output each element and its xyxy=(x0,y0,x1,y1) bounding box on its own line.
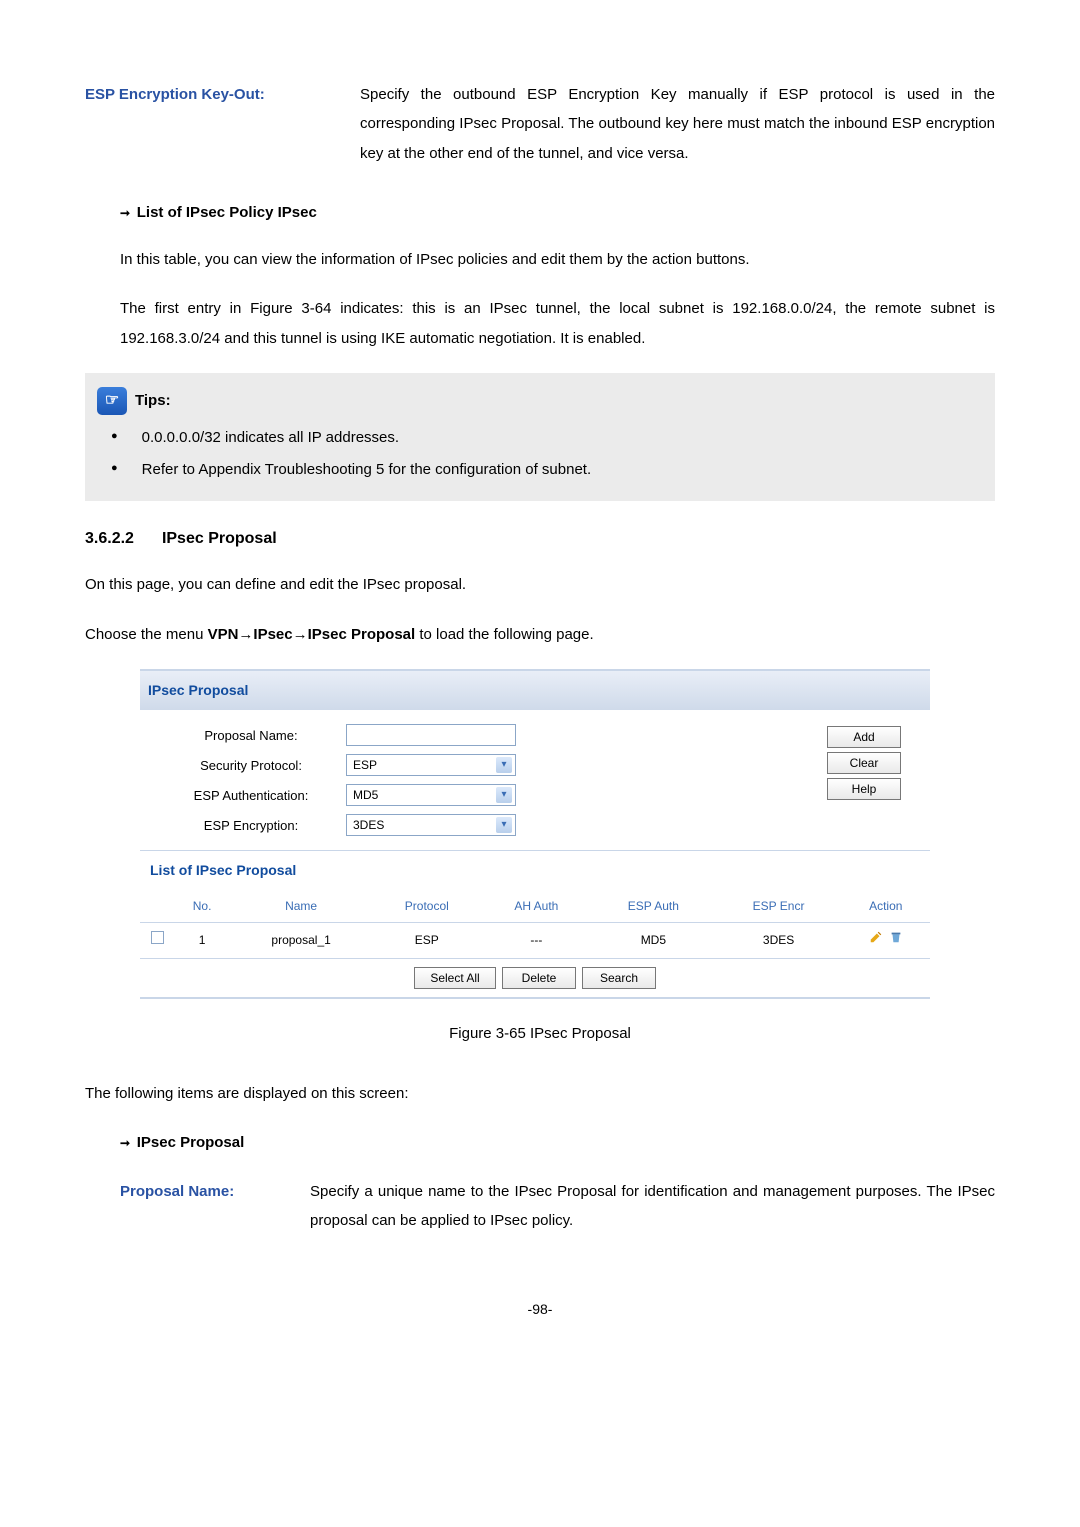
list-title: List of IPsec Proposal xyxy=(140,850,930,890)
ipsec-proposal-figure: IPsec Proposal Proposal Name: Security P… xyxy=(140,669,930,999)
tip-item-1: Refer to Appendix Troubleshooting 5 for … xyxy=(142,454,591,486)
esp-enc-select[interactable]: 3DES ▾ xyxy=(346,814,516,836)
chevron-down-icon: ▾ xyxy=(496,757,512,773)
esp-auth-label: ESP Authentication: xyxy=(156,783,346,808)
proposal-name-input[interactable] xyxy=(346,724,516,746)
cell-espenc: 3DES xyxy=(716,922,842,958)
add-button[interactable]: Add xyxy=(827,726,901,748)
tips-icon: ☞ xyxy=(97,387,127,415)
esp-key-out-label: ESP Encryption Key-Out: xyxy=(85,80,360,168)
clear-button[interactable]: Clear xyxy=(827,752,901,774)
col-espenc: ESP Encr xyxy=(716,891,842,923)
page-number: -98- xyxy=(85,1296,995,1323)
delete-button[interactable]: Delete xyxy=(502,967,576,989)
list-ipsec-policy-heading: List of IPsec Policy IPsec xyxy=(120,198,995,227)
panel-title: IPsec Proposal xyxy=(140,671,930,710)
section-intro: On this page, you can define and edit th… xyxy=(85,570,995,599)
items-intro: The following items are displayed on thi… xyxy=(85,1079,995,1108)
col-espauth: ESP Auth xyxy=(591,891,716,923)
help-button[interactable]: Help xyxy=(827,778,901,800)
cell-protocol: ESP xyxy=(372,922,482,958)
security-protocol-label: Security Protocol: xyxy=(156,753,346,778)
tip-item-0: 0.0.0.0.0/32 indicates all IP addresses. xyxy=(142,422,399,454)
section-number: 3.6.2.2 xyxy=(85,523,134,554)
tips-label: Tips: xyxy=(135,385,171,417)
list-policy-p2: The first entry in Figure 3-64 indicates… xyxy=(120,294,995,353)
select-all-button[interactable]: Select All xyxy=(414,967,496,989)
ipsec-proposal-heading: IPsec Proposal xyxy=(120,1128,995,1157)
col-ah: AH Auth xyxy=(482,891,592,923)
menu-bold: VPN→IPsec→IPsec Proposal xyxy=(208,626,416,643)
cell-ah: --- xyxy=(482,922,592,958)
table-row: 1 proposal_1 ESP --- MD5 3DES xyxy=(140,922,930,958)
proposal-name-label: Proposal Name: xyxy=(156,723,346,748)
cell-name: proposal_1 xyxy=(230,922,372,958)
cell-no: 1 xyxy=(174,922,230,958)
esp-enc-value: 3DES xyxy=(353,814,384,837)
proposal-name-def-text: Specify a unique name to the IPsec Propo… xyxy=(310,1177,995,1236)
col-protocol: Protocol xyxy=(372,891,482,923)
security-protocol-value: ESP xyxy=(353,754,377,777)
proposal-name-def-label: Proposal Name: xyxy=(120,1177,310,1236)
delete-icon[interactable] xyxy=(889,930,903,944)
list-policy-p1: In this table, you can view the informat… xyxy=(120,245,995,274)
esp-auth-select[interactable]: MD5 ▾ xyxy=(346,784,516,806)
esp-key-out-text: Specify the outbound ESP Encryption Key … xyxy=(360,80,995,168)
figure-caption: Figure 3-65 IPsec Proposal xyxy=(85,1019,995,1048)
edit-icon[interactable] xyxy=(869,930,883,944)
chevron-down-icon: ▾ xyxy=(496,787,512,803)
tips-box: ☞ Tips: 0.0.0.0.0/32 indicates all IP ad… xyxy=(85,373,995,502)
col-no: No. xyxy=(174,891,230,923)
search-button[interactable]: Search xyxy=(582,967,656,989)
security-protocol-select[interactable]: ESP ▾ xyxy=(346,754,516,776)
col-name: Name xyxy=(230,891,372,923)
col-action: Action xyxy=(842,891,930,923)
menu-pre: Choose the menu xyxy=(85,626,208,643)
proposal-table: No. Name Protocol AH Auth ESP Auth ESP E… xyxy=(140,891,930,960)
esp-auth-value: MD5 xyxy=(353,784,378,807)
esp-enc-label: ESP Encryption: xyxy=(156,813,346,838)
cell-espauth: MD5 xyxy=(591,922,716,958)
menu-path-line: Choose the menu VPN→IPsec→IPsec Proposal… xyxy=(85,620,995,649)
row-checkbox[interactable] xyxy=(151,931,164,944)
chevron-down-icon: ▾ xyxy=(496,817,512,833)
section-title: IPsec Proposal xyxy=(162,523,277,554)
menu-post: to load the following page. xyxy=(415,626,593,643)
